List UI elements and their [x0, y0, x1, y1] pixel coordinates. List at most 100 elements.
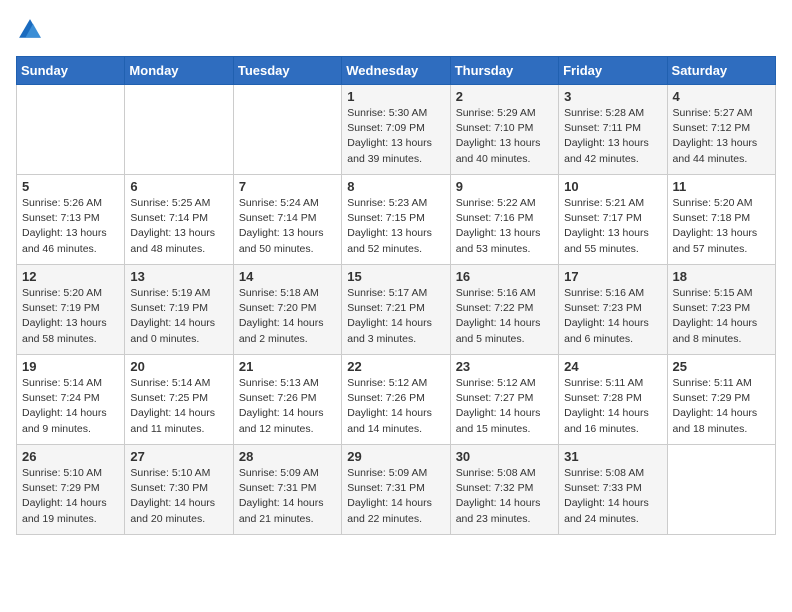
day-number: 29 [347, 449, 444, 464]
day-number: 28 [239, 449, 336, 464]
day-detail: Sunrise: 5:12 AM Sunset: 7:27 PM Dayligh… [456, 376, 553, 437]
day-detail: Sunrise: 5:18 AM Sunset: 7:20 PM Dayligh… [239, 286, 336, 347]
day-number: 30 [456, 449, 553, 464]
day-number: 8 [347, 179, 444, 194]
day-detail: Sunrise: 5:10 AM Sunset: 7:30 PM Dayligh… [130, 466, 227, 527]
day-detail: Sunrise: 5:12 AM Sunset: 7:26 PM Dayligh… [347, 376, 444, 437]
calendar-cell [17, 85, 125, 175]
calendar-cell: 2Sunrise: 5:29 AM Sunset: 7:10 PM Daylig… [450, 85, 558, 175]
day-detail: Sunrise: 5:11 AM Sunset: 7:29 PM Dayligh… [673, 376, 770, 437]
day-detail: Sunrise: 5:20 AM Sunset: 7:18 PM Dayligh… [673, 196, 770, 257]
day-number: 4 [673, 89, 770, 104]
header-row: SundayMondayTuesdayWednesdayThursdayFrid… [17, 57, 776, 85]
calendar-cell: 8 Sunrise: 5:23 AM Sunset: 7:15 PM Daylig… [342, 175, 450, 265]
day-detail: Sunrise: 5:30 AM Sunset: 7:09 PM Dayligh… [347, 106, 444, 167]
day-detail: Sunrise: 5:23 AM Sunset: 7:15 PM Dayligh… [347, 196, 444, 257]
calendar-table: SundayMondayTuesdayWednesdayThursdayFrid… [16, 56, 776, 535]
day-number: 16 [456, 269, 553, 284]
day-detail: Sunrise: 5:08 AM Sunset: 7:32 PM Dayligh… [456, 466, 553, 527]
calendar-week-5: 26 Sunrise: 5:10 AM Sunset: 7:29 PM Dayli… [17, 445, 776, 535]
day-detail: Sunrise: 5:24 AM Sunset: 7:14 PM Dayligh… [239, 196, 336, 257]
calendar-cell: 13Sunrise: 5:19 AM Sunset: 7:19 PM Dayli… [125, 265, 233, 355]
calendar-cell: 18 Sunrise: 5:15 AM Sunset: 7:23 PM Dayli… [667, 265, 775, 355]
day-number: 23 [456, 359, 553, 374]
day-number: 1 [347, 89, 444, 104]
calendar-cell: 22 Sunrise: 5:12 AM Sunset: 7:26 PM Dayli… [342, 355, 450, 445]
day-detail: Sunrise: 5:16 AM Sunset: 7:22 PM Dayligh… [456, 286, 553, 347]
calendar-week-3: 12Sunrise: 5:20 AM Sunset: 7:19 PM Dayli… [17, 265, 776, 355]
day-number: 17 [564, 269, 661, 284]
day-detail: Sunrise: 5:27 AM Sunset: 7:12 PM Dayligh… [673, 106, 770, 167]
day-number: 15 [347, 269, 444, 284]
page-header [16, 16, 776, 44]
calendar-cell: 25 Sunrise: 5:11 AM Sunset: 7:29 PM Dayli… [667, 355, 775, 445]
calendar-cell: 24Sunrise: 5:11 AM Sunset: 7:28 PM Dayli… [559, 355, 667, 445]
calendar-cell: 27 Sunrise: 5:10 AM Sunset: 7:30 PM Dayli… [125, 445, 233, 535]
calendar-cell: 10 Sunrise: 5:21 AM Sunset: 7:17 PM Dayli… [559, 175, 667, 265]
day-header-wednesday: Wednesday [342, 57, 450, 85]
day-detail: Sunrise: 5:25 AM Sunset: 7:14 PM Dayligh… [130, 196, 227, 257]
day-number: 11 [673, 179, 770, 194]
day-number: 10 [564, 179, 661, 194]
calendar-cell: 11 Sunrise: 5:20 AM Sunset: 7:18 PM Dayli… [667, 175, 775, 265]
calendar-cell: 14 Sunrise: 5:18 AM Sunset: 7:20 PM Dayli… [233, 265, 341, 355]
day-number: 7 [239, 179, 336, 194]
calendar-cell: 15 Sunrise: 5:17 AM Sunset: 7:21 PM Dayli… [342, 265, 450, 355]
calendar-week-4: 19 Sunrise: 5:14 AM Sunset: 7:24 PM Dayli… [17, 355, 776, 445]
calendar-cell: 26 Sunrise: 5:10 AM Sunset: 7:29 PM Dayli… [17, 445, 125, 535]
day-number: 19 [22, 359, 119, 374]
calendar-cell: 21 Sunrise: 5:13 AM Sunset: 7:26 PM Dayli… [233, 355, 341, 445]
calendar-cell: 30 Sunrise: 5:08 AM Sunset: 7:32 PM Dayli… [450, 445, 558, 535]
calendar-cell: 16 Sunrise: 5:16 AM Sunset: 7:22 PM Dayli… [450, 265, 558, 355]
day-number: 13 [130, 269, 227, 284]
day-number: 18 [673, 269, 770, 284]
day-number: 27 [130, 449, 227, 464]
day-detail: Sunrise: 5:22 AM Sunset: 7:16 PM Dayligh… [456, 196, 553, 257]
calendar-cell: 9 Sunrise: 5:22 AM Sunset: 7:16 PM Daylig… [450, 175, 558, 265]
calendar-cell: 20Sunrise: 5:14 AM Sunset: 7:25 PM Dayli… [125, 355, 233, 445]
calendar-cell: 6Sunrise: 5:25 AM Sunset: 7:14 PM Daylig… [125, 175, 233, 265]
day-header-thursday: Thursday [450, 57, 558, 85]
calendar-cell [667, 445, 775, 535]
day-number: 26 [22, 449, 119, 464]
day-detail: Sunrise: 5:08 AM Sunset: 7:33 PM Dayligh… [564, 466, 661, 527]
day-detail: Sunrise: 5:14 AM Sunset: 7:25 PM Dayligh… [130, 376, 227, 437]
calendar-cell: 7 Sunrise: 5:24 AM Sunset: 7:14 PM Daylig… [233, 175, 341, 265]
calendar-cell: 4 Sunrise: 5:27 AM Sunset: 7:12 PM Daylig… [667, 85, 775, 175]
calendar-cell: 23 Sunrise: 5:12 AM Sunset: 7:27 PM Dayli… [450, 355, 558, 445]
day-header-tuesday: Tuesday [233, 57, 341, 85]
day-number: 31 [564, 449, 661, 464]
day-number: 25 [673, 359, 770, 374]
day-number: 21 [239, 359, 336, 374]
calendar-week-2: 5Sunrise: 5:26 AM Sunset: 7:13 PM Daylig… [17, 175, 776, 265]
calendar-cell: 1 Sunrise: 5:30 AM Sunset: 7:09 PM Daylig… [342, 85, 450, 175]
day-detail: Sunrise: 5:28 AM Sunset: 7:11 PM Dayligh… [564, 106, 661, 167]
calendar-cell: 17 Sunrise: 5:16 AM Sunset: 7:23 PM Dayli… [559, 265, 667, 355]
calendar-cell: 19 Sunrise: 5:14 AM Sunset: 7:24 PM Dayli… [17, 355, 125, 445]
day-detail: Sunrise: 5:14 AM Sunset: 7:24 PM Dayligh… [22, 376, 119, 437]
calendar-cell: 29Sunrise: 5:09 AM Sunset: 7:31 PM Dayli… [342, 445, 450, 535]
calendar-cell: 28 Sunrise: 5:09 AM Sunset: 7:31 PM Dayli… [233, 445, 341, 535]
day-detail: Sunrise: 5:17 AM Sunset: 7:21 PM Dayligh… [347, 286, 444, 347]
day-detail: Sunrise: 5:09 AM Sunset: 7:31 PM Dayligh… [239, 466, 336, 527]
day-detail: Sunrise: 5:13 AM Sunset: 7:26 PM Dayligh… [239, 376, 336, 437]
calendar-week-1: 1 Sunrise: 5:30 AM Sunset: 7:09 PM Daylig… [17, 85, 776, 175]
day-detail: Sunrise: 5:21 AM Sunset: 7:17 PM Dayligh… [564, 196, 661, 257]
day-number: 12 [22, 269, 119, 284]
day-detail: Sunrise: 5:11 AM Sunset: 7:28 PM Dayligh… [564, 376, 661, 437]
calendar-cell: 3Sunrise: 5:28 AM Sunset: 7:11 PM Daylig… [559, 85, 667, 175]
day-number: 2 [456, 89, 553, 104]
day-header-saturday: Saturday [667, 57, 775, 85]
day-header-monday: Monday [125, 57, 233, 85]
day-detail: Sunrise: 5:15 AM Sunset: 7:23 PM Dayligh… [673, 286, 770, 347]
logo-icon [16, 16, 44, 44]
day-detail: Sunrise: 5:16 AM Sunset: 7:23 PM Dayligh… [564, 286, 661, 347]
day-detail: Sunrise: 5:10 AM Sunset: 7:29 PM Dayligh… [22, 466, 119, 527]
calendar-cell: 31 Sunrise: 5:08 AM Sunset: 7:33 PM Dayli… [559, 445, 667, 535]
logo [16, 16, 48, 44]
day-number: 14 [239, 269, 336, 284]
day-header-sunday: Sunday [17, 57, 125, 85]
day-number: 9 [456, 179, 553, 194]
day-number: 22 [347, 359, 444, 374]
calendar-cell: 5Sunrise: 5:26 AM Sunset: 7:13 PM Daylig… [17, 175, 125, 265]
